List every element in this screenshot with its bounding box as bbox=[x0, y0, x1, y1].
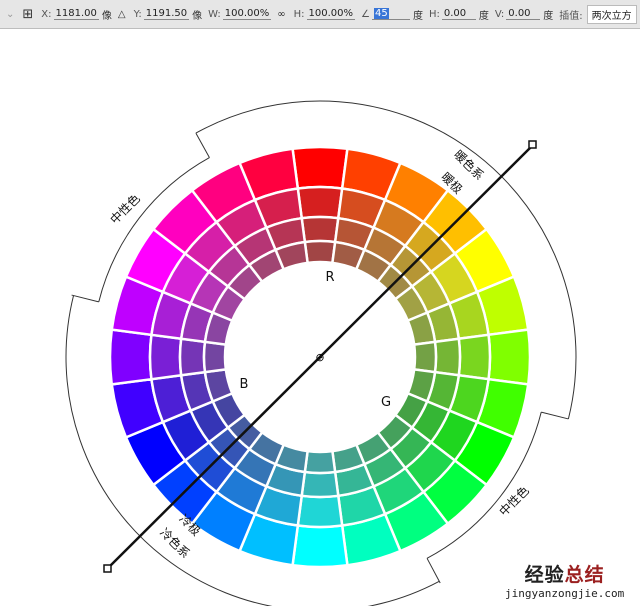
x-input[interactable]: 1181.00 bbox=[53, 8, 99, 20]
skew-v-label: V: bbox=[494, 8, 505, 20]
w-input[interactable]: 100.00% bbox=[222, 8, 272, 20]
center-marker-icon[interactable]: ⊕ bbox=[315, 351, 324, 364]
interpolation-label: 插值: bbox=[559, 10, 583, 22]
bracket-tick bbox=[541, 411, 569, 420]
color-segment bbox=[291, 524, 349, 569]
bracket-tick bbox=[195, 132, 210, 158]
label-g: G bbox=[381, 395, 391, 410]
color-segment bbox=[148, 333, 183, 381]
x-label: X: bbox=[41, 8, 52, 20]
color-segment bbox=[433, 337, 462, 377]
color-segment bbox=[412, 340, 438, 374]
watermark-title-a: 经验 bbox=[524, 564, 565, 586]
y-input[interactable]: 1191.50 bbox=[143, 8, 190, 20]
interpolation-select[interactable]: 两次立方 bbox=[586, 4, 637, 24]
skew-v-input[interactable]: 0.00 bbox=[506, 8, 541, 20]
watermark-title-b: 总结 bbox=[564, 564, 605, 586]
w-label: W: bbox=[208, 8, 221, 20]
color-segment bbox=[202, 340, 228, 374]
transform-options-bar: ⌄ ⊞ X: 1181.00 像 △ Y: 1191.50 像 W: 100.00% ∞ … bbox=[0, 0, 640, 29]
bracket-tick bbox=[71, 294, 99, 303]
watermark-url: jingyanzongjie.com bbox=[505, 587, 625, 600]
color-segment bbox=[178, 337, 207, 377]
color-segment bbox=[300, 215, 340, 244]
watermark: 经验总结 jingyanzongjie.com bbox=[505, 560, 624, 600]
color-segment bbox=[303, 449, 337, 475]
color-segment bbox=[296, 494, 344, 529]
color-segment bbox=[291, 145, 349, 190]
angle-input[interactable]: 45 bbox=[371, 8, 410, 20]
skew-h-label: H: bbox=[428, 8, 440, 20]
color-segment bbox=[457, 333, 492, 381]
y-unit: 像 bbox=[192, 10, 203, 22]
skew-h-input[interactable]: 0.00 bbox=[441, 8, 476, 20]
angle-value: 45 bbox=[373, 8, 389, 19]
label-r: R bbox=[325, 270, 334, 285]
color-segment bbox=[300, 470, 340, 499]
reference-point-icon[interactable]: ⊞ bbox=[22, 7, 33, 22]
label-neutral-left: 中性色 bbox=[107, 191, 143, 227]
angle-unit: 度 bbox=[412, 10, 423, 22]
skew-v-unit: 度 bbox=[543, 10, 554, 22]
color-segment bbox=[303, 239, 337, 265]
angle-icon: ∠ bbox=[361, 8, 370, 20]
x-unit: 像 bbox=[101, 10, 112, 22]
color-segment bbox=[108, 328, 153, 386]
y-label: Y: bbox=[133, 8, 142, 20]
label-neutral-right: 中性色 bbox=[496, 483, 532, 519]
color-wheel-canvas: ⊕ R G B 暖色系 暖极 冷极 冷色系 中性色 中性色 bbox=[65, 100, 577, 606]
h-label: H: bbox=[293, 8, 305, 20]
bracket-tick bbox=[426, 558, 441, 584]
label-b: B bbox=[240, 377, 249, 392]
axis-handle-bottom[interactable] bbox=[103, 564, 112, 573]
h-input[interactable]: 100.00% bbox=[306, 8, 356, 20]
relative-position-icon[interactable]: △ bbox=[118, 9, 126, 20]
chevron-icon[interactable]: ⌄ bbox=[6, 9, 14, 20]
color-segment bbox=[296, 185, 344, 220]
axis-handle-top[interactable] bbox=[528, 140, 537, 149]
link-icon[interactable]: ∞ bbox=[277, 9, 285, 20]
skew-h-unit: 度 bbox=[478, 10, 489, 22]
color-segment bbox=[487, 328, 532, 386]
